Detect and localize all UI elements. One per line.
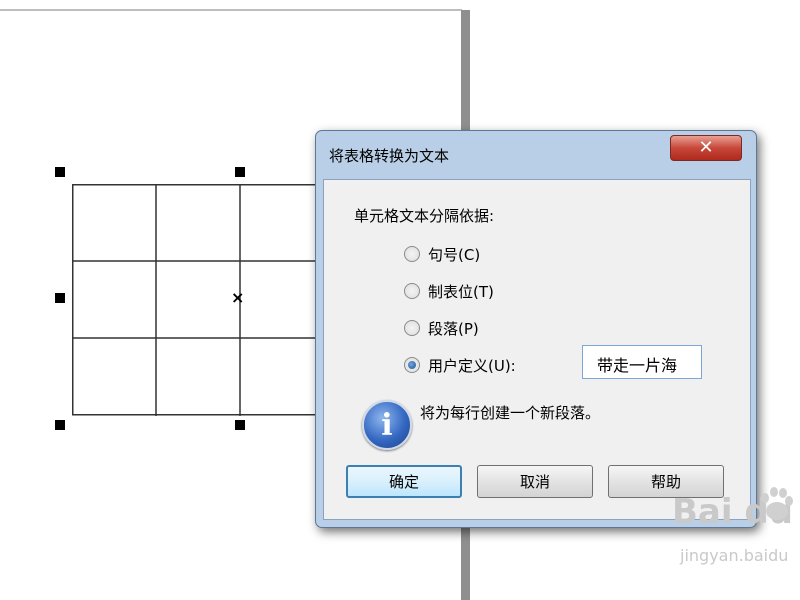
radio-button[interactable] bbox=[404, 246, 420, 262]
center-x-marker: × bbox=[231, 288, 245, 307]
document-canvas: × 将表格转换为文本 ✕ 单元格文本分隔依据: 句号(C) 制表位(T) 段落(… bbox=[0, 0, 800, 600]
close-button[interactable]: ✕ bbox=[670, 135, 742, 161]
radio-label: 用户定义(U): bbox=[428, 356, 516, 375]
dialog-title: 将表格转换为文本 bbox=[329, 147, 450, 165]
selection-handle-bottom-left[interactable] bbox=[55, 420, 65, 430]
cancel-button[interactable]: 取消 bbox=[477, 465, 593, 498]
page-top-edge bbox=[0, 9, 462, 11]
selection-handle-top-mid[interactable] bbox=[235, 167, 245, 177]
radio-label: 制表位(T) bbox=[428, 282, 494, 301]
table-object[interactable] bbox=[72, 184, 332, 416]
paw-icon bbox=[761, 487, 793, 520]
convert-table-to-text-dialog: 将表格转换为文本 ✕ 单元格文本分隔依据: 句号(C) 制表位(T) 段落(P)… bbox=[315, 130, 757, 528]
separator-group-label: 单元格文本分隔依据: bbox=[354, 207, 495, 225]
baidu-watermark: Bai du jingyan.baidu bbox=[672, 487, 793, 565]
radio-option-tab[interactable]: 制表位(T) bbox=[404, 280, 494, 302]
info-message: 将为每行创建一个新段落。 bbox=[420, 404, 601, 422]
radio-button[interactable] bbox=[404, 320, 420, 336]
selection-handle-bottom-mid[interactable] bbox=[235, 420, 245, 430]
dialog-body: 单元格文本分隔依据: 句号(C) 制表位(T) 段落(P) 用户定义(U): 带… bbox=[323, 179, 751, 520]
info-icon: i bbox=[362, 400, 412, 450]
selection-handle-mid-left[interactable] bbox=[55, 293, 65, 303]
radio-label: 句号(C) bbox=[428, 245, 481, 264]
radio-option-paragraph[interactable]: 段落(P) bbox=[404, 317, 479, 339]
radio-button[interactable] bbox=[404, 283, 420, 299]
radio-button-checked[interactable] bbox=[404, 357, 420, 373]
radio-label: 段落(P) bbox=[428, 319, 479, 338]
custom-separator-input[interactable]: 带走一片海 bbox=[582, 345, 702, 379]
info-glyph: i bbox=[381, 408, 393, 443]
ok-button[interactable]: 确定 bbox=[346, 465, 462, 498]
radio-option-period[interactable]: 句号(C) bbox=[404, 243, 480, 265]
radio-option-user-defined[interactable]: 用户定义(U): bbox=[404, 354, 516, 376]
selection-handle-top-left[interactable] bbox=[55, 167, 65, 177]
watermark-subtext: jingyan.baidu bbox=[680, 546, 789, 565]
close-icon: ✕ bbox=[698, 137, 714, 158]
